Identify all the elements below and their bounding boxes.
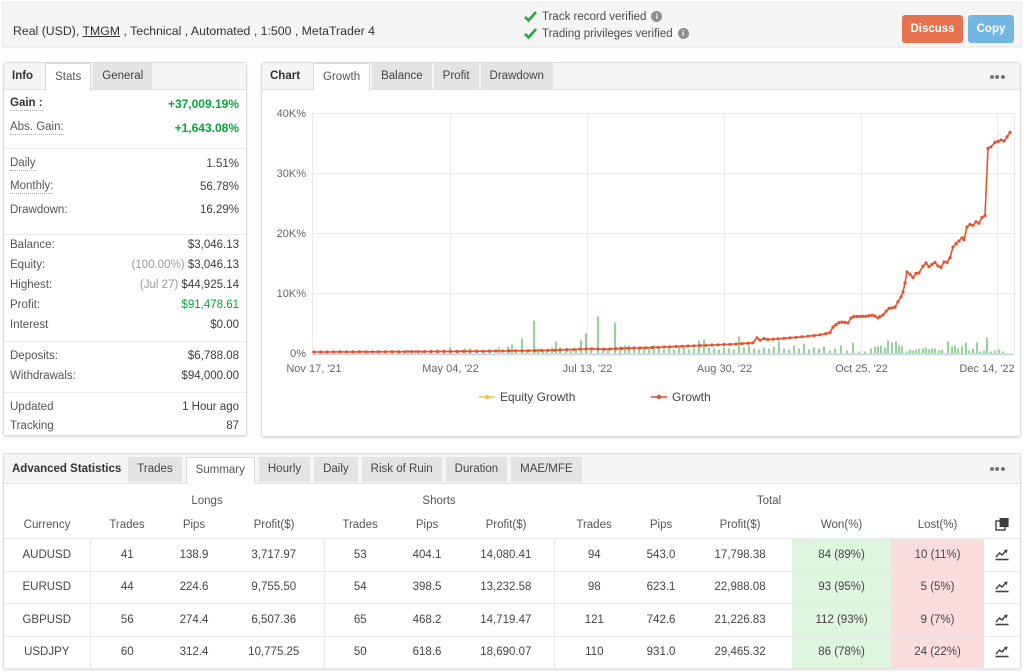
svg-text:Equity Growth: Equity Growth — [500, 390, 575, 404]
svg-text:Dec 14, '22: Dec 14, '22 — [959, 363, 1014, 375]
svg-text:Nov 17, '21: Nov 17, '21 — [286, 363, 341, 375]
svg-text:20K%: 20K% — [277, 228, 307, 240]
svg-text:0%: 0% — [290, 348, 306, 360]
svg-text:Growth: Growth — [672, 390, 711, 404]
svg-text:10K%: 10K% — [277, 288, 307, 300]
svg-text:Oct 25, '22: Oct 25, '22 — [835, 363, 888, 375]
svg-text:30K%: 30K% — [277, 168, 307, 180]
svg-text:May 04, '22: May 04, '22 — [422, 363, 479, 375]
svg-text:Aug 30, '22: Aug 30, '22 — [697, 363, 752, 375]
svg-text:40K%: 40K% — [277, 108, 307, 120]
svg-text:Jul 13, '22: Jul 13, '22 — [563, 363, 613, 375]
